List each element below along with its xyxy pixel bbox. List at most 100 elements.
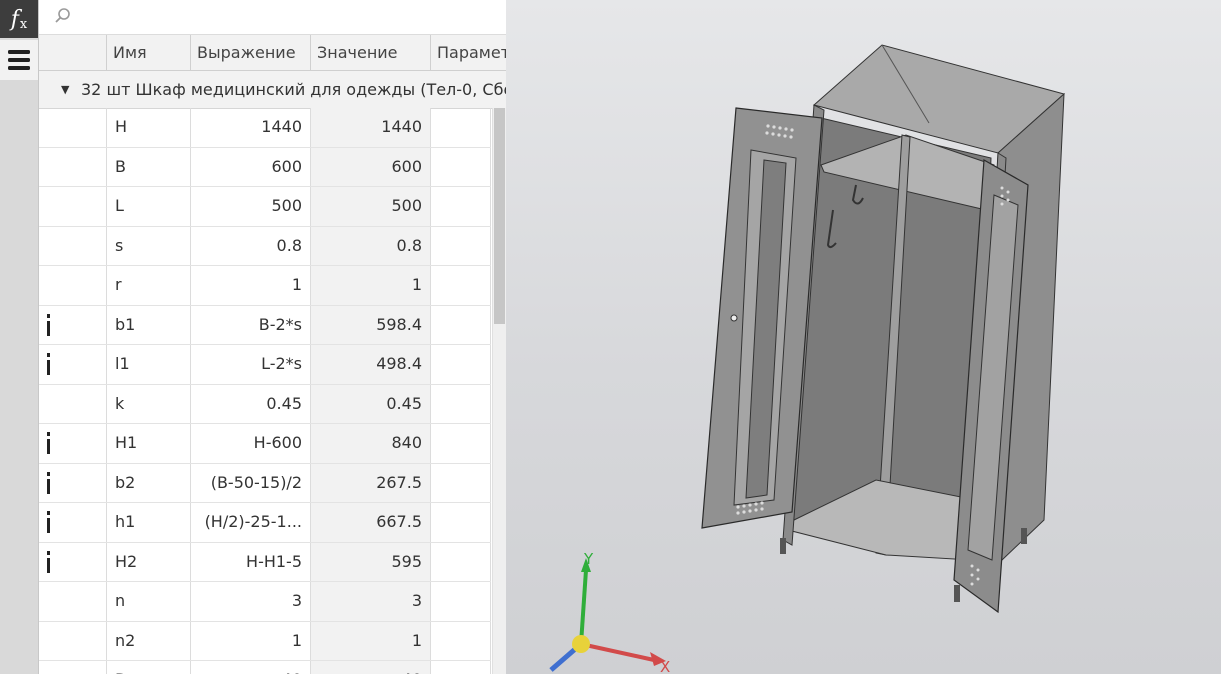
- name-cell[interactable]: D: [107, 661, 191, 674]
- value-cell[interactable]: 0.8: [311, 226, 431, 265]
- expression-cell[interactable]: 1: [191, 621, 311, 660]
- value-cell[interactable]: 595: [311, 542, 431, 581]
- expression-cell[interactable]: 1440: [191, 108, 311, 147]
- info-icon[interactable]: [47, 511, 50, 533]
- name-cell[interactable]: n: [107, 582, 191, 621]
- table-row[interactable]: k 0.45 0.45: [39, 384, 491, 424]
- name-cell[interactable]: H: [107, 108, 191, 147]
- expression-cell[interactable]: 0.8: [191, 226, 311, 265]
- value-cell[interactable]: 1: [311, 621, 431, 660]
- header-name[interactable]: Имя: [107, 35, 191, 70]
- name-cell[interactable]: H2: [107, 542, 191, 581]
- expression-cell[interactable]: H-H1-5: [191, 542, 311, 581]
- value-cell[interactable]: 267.5: [311, 463, 431, 502]
- value-cell[interactable]: 0.45: [311, 384, 431, 423]
- parameter-cell[interactable]: [431, 542, 491, 581]
- value-cell[interactable]: 598.4: [311, 305, 431, 344]
- expression-cell[interactable]: 0.45: [191, 384, 311, 423]
- info-icon[interactable]: [47, 550, 50, 573]
- table-row[interactable]: L 500 500: [39, 187, 491, 227]
- parameter-cell[interactable]: [431, 147, 491, 186]
- vertical-scrollbar[interactable]: [492, 108, 506, 674]
- parameter-cell[interactable]: [431, 345, 491, 384]
- value-cell[interactable]: 498.4: [311, 345, 431, 384]
- expression-cell[interactable]: H-600: [191, 424, 311, 463]
- search-field[interactable]: [39, 0, 506, 35]
- parameter-cell[interactable]: [431, 187, 491, 226]
- expression-cell[interactable]: (B-50-15)/2: [191, 463, 311, 502]
- parameter-cell[interactable]: [431, 384, 491, 423]
- value-cell[interactable]: 3: [311, 582, 431, 621]
- row-info-cell: [39, 187, 107, 226]
- parameter-cell[interactable]: [431, 621, 491, 660]
- header-value[interactable]: Значение: [311, 35, 431, 70]
- parameter-cell[interactable]: [431, 305, 491, 344]
- table-row[interactable]: h1 (H/2)-25-1... 667.5: [39, 503, 491, 543]
- name-cell[interactable]: h1: [107, 503, 191, 542]
- name-cell[interactable]: l1: [107, 345, 191, 384]
- left-toolbar: fx: [0, 0, 38, 674]
- name-cell[interactable]: s: [107, 226, 191, 265]
- value-cell[interactable]: 600: [311, 147, 431, 186]
- expression-cell[interactable]: 1: [191, 266, 311, 305]
- parameter-cell[interactable]: [431, 503, 491, 542]
- value-cell[interactable]: 40: [311, 661, 431, 674]
- row-info-cell: [39, 661, 107, 674]
- value-cell[interactable]: 1440: [311, 108, 431, 147]
- row-info-cell: [39, 621, 107, 660]
- parameter-cell[interactable]: [431, 661, 491, 674]
- info-icon[interactable]: [47, 432, 50, 454]
- expression-cell[interactable]: 40: [191, 661, 311, 674]
- value-cell[interactable]: 500: [311, 187, 431, 226]
- expression-cell[interactable]: L-2*s: [191, 345, 311, 384]
- name-cell[interactable]: n2: [107, 621, 191, 660]
- name-cell[interactable]: b2: [107, 463, 191, 502]
- info-icon[interactable]: [47, 313, 50, 336]
- value-cell[interactable]: 667.5: [311, 503, 431, 542]
- row-info-cell: [39, 108, 107, 147]
- header-info-column: [39, 35, 107, 70]
- fx-icon[interactable]: fx: [0, 0, 38, 38]
- group-row[interactable]: ▼ 32 шт Шкаф медицинский для одежды (Тел…: [39, 71, 506, 109]
- 3d-viewport[interactable]: Y X: [506, 0, 1221, 674]
- parameter-cell[interactable]: [431, 463, 491, 502]
- expression-cell[interactable]: 500: [191, 187, 311, 226]
- name-cell[interactable]: k: [107, 384, 191, 423]
- name-cell[interactable]: H1: [107, 424, 191, 463]
- header-parameter[interactable]: Парамет: [431, 35, 506, 70]
- table-row[interactable]: B 600 600: [39, 147, 491, 187]
- table-row[interactable]: n33: [39, 582, 491, 622]
- info-icon[interactable]: [47, 353, 50, 375]
- table-row[interactable]: D4040: [39, 661, 491, 674]
- table-row[interactable]: r11: [39, 266, 491, 306]
- expression-cell[interactable]: B-2*s: [191, 305, 311, 344]
- parameter-cell[interactable]: [431, 266, 491, 305]
- expression-cell[interactable]: 3: [191, 582, 311, 621]
- parameter-cell[interactable]: [431, 424, 491, 463]
- hamburger-menu-icon[interactable]: [0, 40, 38, 80]
- parameter-cell[interactable]: [431, 226, 491, 265]
- table-row[interactable]: H2 H-H1-5 595: [39, 542, 491, 582]
- parameter-cell[interactable]: [431, 582, 491, 621]
- table-row[interactable]: n2 1 1: [39, 621, 491, 661]
- table-row[interactable]: l1 L-2*s 498.4: [39, 345, 491, 385]
- expression-cell[interactable]: 600: [191, 147, 311, 186]
- axis-triad: Y X: [549, 550, 670, 674]
- table-row[interactable]: b2 (B-50-15)/2 267.5: [39, 463, 491, 503]
- scrollbar-thumb[interactable]: [494, 108, 505, 324]
- table-row[interactable]: b1 B-2*s 598.4: [39, 305, 491, 345]
- header-expression[interactable]: Выражение: [191, 35, 311, 70]
- info-icon[interactable]: [47, 471, 50, 494]
- value-cell[interactable]: 1: [311, 266, 431, 305]
- table-row[interactable]: H1 H-600 840: [39, 424, 491, 464]
- expression-cell[interactable]: (H/2)-25-1...: [191, 503, 311, 542]
- name-cell[interactable]: B: [107, 147, 191, 186]
- parameter-cell[interactable]: [431, 108, 491, 147]
- name-cell[interactable]: b1: [107, 305, 191, 344]
- value-cell[interactable]: 840: [311, 424, 431, 463]
- name-cell[interactable]: r: [107, 266, 191, 305]
- collapse-triangle-icon[interactable]: ▼: [61, 71, 69, 108]
- table-row[interactable]: H 1440 1440: [39, 108, 491, 148]
- table-row[interactable]: s 0.8 0.8: [39, 226, 491, 266]
- name-cell[interactable]: L: [107, 187, 191, 226]
